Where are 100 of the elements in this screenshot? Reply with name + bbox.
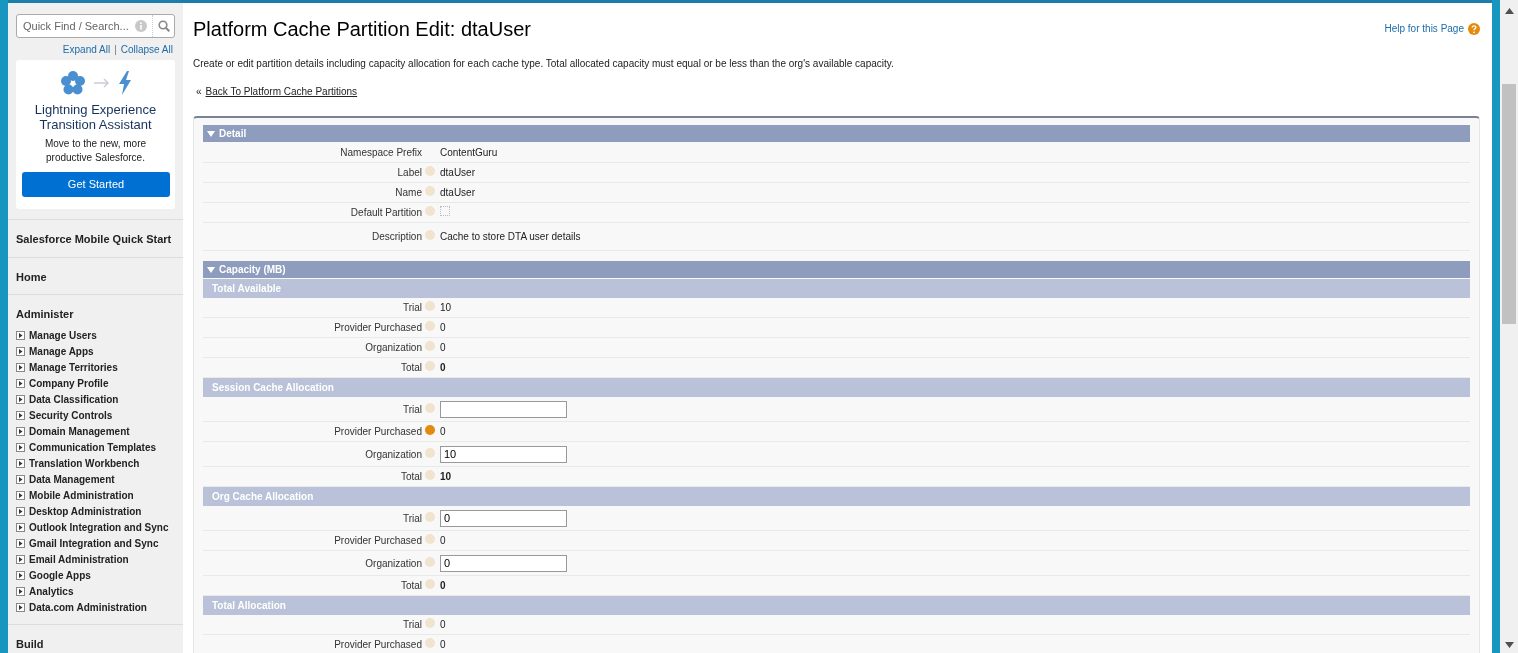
sidebar-item[interactable]: Manage Apps — [29, 344, 94, 359]
field-value: 0 — [440, 341, 447, 355]
expand-icon[interactable] — [16, 331, 25, 340]
expand-icon[interactable] — [16, 347, 25, 356]
back-link[interactable]: Back To Platform Cache Partitions — [205, 86, 358, 97]
sidebar-item[interactable]: Analytics — [29, 584, 74, 599]
sidebar-item[interactable]: Mobile Administration — [29, 488, 134, 503]
input-field[interactable] — [440, 400, 567, 418]
collapse-icon[interactable] — [207, 266, 215, 273]
expand-icon[interactable] — [16, 379, 25, 388]
page-title: Platform Cache Partition Edit: dtaUser — [193, 17, 531, 41]
expand-icon[interactable] — [16, 443, 25, 452]
flower-icon — [59, 70, 86, 96]
field-value: 10 — [440, 301, 453, 315]
arrow-icon — [93, 78, 110, 88]
field-value: Cache to store DTA user details — [440, 230, 582, 244]
sidebar-item[interactable]: Communication Templates — [29, 440, 157, 455]
expand-icon[interactable] — [16, 555, 25, 564]
expand-icon[interactable] — [16, 427, 25, 436]
lightning-icon — [117, 71, 132, 95]
scrollbar-thumb[interactable] — [1502, 84, 1516, 324]
field-label: Name — [394, 186, 423, 200]
field-value: 0 — [440, 638, 447, 652]
expand-icon[interactable] — [16, 587, 25, 596]
field-label: Total — [399, 361, 423, 375]
collapse-all-link[interactable]: Collapse All — [120, 44, 173, 55]
input-field[interactable]: 0 — [440, 509, 567, 527]
search-field[interactable]: Quick Find / Search... — [16, 14, 175, 38]
sidebar-item[interactable]: Data Classification — [29, 392, 119, 407]
sidebar-item[interactable]: Data Management — [29, 472, 115, 487]
sidebar-item[interactable]: Manage Territories — [29, 360, 118, 375]
field-label: Provider Purchased — [333, 425, 423, 439]
expand-icon[interactable] — [16, 507, 25, 516]
expand-icon[interactable] — [16, 491, 25, 500]
field-label: Organization — [364, 447, 423, 462]
promo-title: Lightning Experience Transition Assistant — [33, 102, 158, 132]
expand-icon[interactable] — [16, 395, 25, 404]
page-description: Create or edit partition details including capacity allocation for each cache type. Total allocated capacity must equal or be less than the org's available capacity. — [193, 57, 895, 71]
field-label: Label — [396, 166, 423, 180]
field-label: Provider Purchased — [333, 638, 423, 652]
sidebar-item[interactable]: Translation Workbench — [29, 456, 140, 471]
subsection-header: Total Allocation — [203, 596, 1470, 615]
expand-icon[interactable] — [16, 411, 25, 420]
checkbox[interactable] — [440, 206, 450, 216]
subsection-header: Session Cache Allocation — [203, 378, 1470, 397]
scroll-up-icon[interactable] — [1504, 8, 1514, 14]
sidebar-item[interactable]: Data.com Administration — [29, 600, 147, 615]
field-label: Organization — [364, 556, 423, 571]
expand-icon[interactable] — [16, 603, 25, 612]
field-value: dtaUser — [440, 186, 476, 200]
field-label: Trial — [401, 511, 423, 526]
field-value: dtaUser — [440, 166, 476, 180]
sidebar-item[interactable]: Google Apps — [29, 568, 91, 583]
field-value: 0 — [440, 534, 447, 548]
link-separator: | — [114, 44, 117, 55]
expand-icon[interactable] — [16, 459, 25, 468]
sidebar-item[interactable]: Manage Users — [29, 328, 97, 343]
expand-icon[interactable] — [16, 475, 25, 484]
sidebar-item[interactable]: Outlook Integration and Sync — [29, 520, 169, 535]
input-field[interactable]: 10 — [440, 445, 567, 463]
field-label: Organization — [364, 341, 423, 355]
search-icon[interactable] — [158, 20, 170, 32]
field-label: Total — [399, 470, 423, 484]
field-label: Namespace Prefix — [339, 146, 423, 160]
expand-icon[interactable] — [16, 363, 25, 372]
section-title: Detail — [219, 127, 247, 141]
expand-icon[interactable] — [16, 523, 25, 532]
subsection-header: Total Available — [203, 279, 1470, 298]
sidebar-item[interactable]: Gmail Integration and Sync — [29, 536, 159, 551]
promo-text: Move to the new, more productive Salesforce. — [43, 137, 148, 165]
collapse-icon[interactable] — [207, 130, 215, 137]
field-label: Description — [370, 230, 423, 244]
help-link[interactable]: Help for this Page — [1384, 21, 1464, 36]
sidebar-item[interactable]: Security Controls — [29, 408, 113, 423]
get-started-button[interactable]: Get Started — [22, 172, 170, 197]
sidebar-item[interactable]: Domain Management — [29, 424, 130, 439]
field-value: 0 — [440, 579, 447, 593]
field-value: 0 — [440, 618, 447, 632]
field-value: 0 — [440, 321, 447, 335]
scroll-down-icon[interactable] — [1504, 642, 1514, 648]
subsection-header: Org Cache Allocation — [203, 487, 1470, 506]
field-label: Provider Purchased — [333, 321, 423, 335]
sidebar-item[interactable]: Desktop Administration — [29, 504, 142, 519]
field-label: Trial — [401, 402, 423, 417]
expand-icon[interactable] — [16, 539, 25, 548]
sidebar-item[interactable]: Company Profile — [29, 376, 109, 391]
field-label: Trial — [401, 301, 423, 315]
field-label: Total — [399, 579, 423, 593]
info-icon — [135, 20, 147, 32]
field-label: Provider Purchased — [333, 534, 423, 548]
field-label: Default Partition — [349, 206, 423, 220]
field-value: 0 — [440, 361, 447, 375]
field-value: 0 — [440, 425, 447, 439]
section-title: Capacity (MB) — [219, 263, 286, 277]
expand-icon[interactable] — [16, 571, 25, 580]
sidebar-item[interactable]: Email Administration — [29, 552, 129, 567]
field-value: 10 — [440, 470, 453, 484]
expand-all-link[interactable]: Expand All — [62, 44, 111, 55]
back-prefix: « — [196, 86, 202, 97]
input-field[interactable]: 0 — [440, 554, 567, 572]
